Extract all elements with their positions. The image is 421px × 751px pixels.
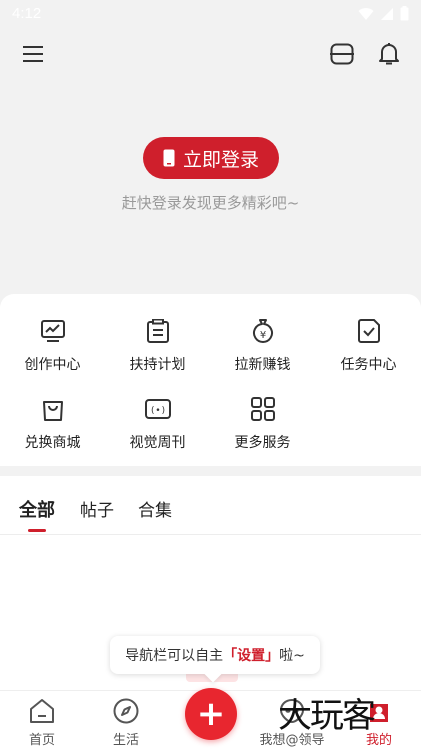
home-icon xyxy=(30,699,54,723)
service-label: 任务中心 xyxy=(340,357,397,373)
service-visual-weekly[interactable]: (•) 视觉周刊 xyxy=(105,394,210,466)
tab-posts[interactable]: 帖子 xyxy=(80,496,114,521)
chart-monitor-icon xyxy=(40,320,65,342)
tabs-divider xyxy=(0,534,421,535)
battery-icon xyxy=(400,6,409,21)
notification-button[interactable] xyxy=(375,40,403,68)
wifi-icon xyxy=(358,7,374,20)
video-frame-icon: (•) xyxy=(144,399,171,419)
create-post-button[interactable]: + xyxy=(185,688,237,740)
service-label: 创作中心 xyxy=(24,357,81,373)
status-time: 4:12 xyxy=(12,5,42,22)
nav-settings-tooltip: 导航栏可以自主 「设置」 啦~ xyxy=(110,636,320,674)
tab-all[interactable]: 全部 xyxy=(19,496,55,522)
login-button[interactable]: 立即登录 xyxy=(143,137,279,179)
nav-label: 首页 xyxy=(28,733,55,748)
service-exchange-mall[interactable]: 兑换商城 xyxy=(0,394,105,466)
clipboard-icon xyxy=(146,319,169,343)
service-creation-center[interactable]: 创作中心 xyxy=(0,316,105,388)
top-bar xyxy=(0,38,421,72)
scan-icon xyxy=(330,43,354,65)
service-referral-earn[interactable]: ¥ 拉新赚钱 xyxy=(210,316,315,388)
section-gap xyxy=(0,466,421,476)
active-tab-indicator xyxy=(28,529,46,532)
login-button-label: 立即登录 xyxy=(182,148,259,171)
watermark-logo: 大玩客 xyxy=(278,696,376,736)
tooltip-text: 导航栏可以自主 xyxy=(125,648,224,664)
menu-button[interactable] xyxy=(19,40,47,68)
svg-text:(•): (•) xyxy=(149,406,165,416)
shopping-bag-icon xyxy=(42,401,63,421)
scan-button[interactable] xyxy=(328,40,356,68)
service-label: 更多服务 xyxy=(234,435,291,451)
login-hint: 赶快登录发现更多精彩吧~ xyxy=(121,194,300,212)
plus-icon: + xyxy=(196,694,226,734)
service-task-center[interactable]: 任务中心 xyxy=(316,316,421,388)
service-label: 扶持计划 xyxy=(129,357,186,373)
tab-collections[interactable]: 合集 xyxy=(138,496,172,521)
task-check-icon xyxy=(357,319,380,343)
service-support-plan[interactable]: 扶持计划 xyxy=(105,316,210,388)
service-more[interactable]: 更多服务 xyxy=(210,394,315,466)
signal-icon xyxy=(381,7,393,20)
compass-icon xyxy=(113,698,139,724)
service-label: 拉新赚钱 xyxy=(234,357,291,373)
nav-life[interactable]: 生活 xyxy=(91,697,161,748)
phone-icon xyxy=(163,149,175,167)
menu-icon xyxy=(23,46,43,62)
tooltip-highlight[interactable]: 「设置」 xyxy=(223,645,279,665)
service-label: 兑换商城 xyxy=(24,435,81,451)
status-bar: 4:12 xyxy=(0,0,421,30)
service-label: 视觉周刊 xyxy=(129,435,186,451)
tooltip-text-end: 啦~ xyxy=(279,648,305,664)
bell-icon xyxy=(379,43,399,65)
svg-text:¥: ¥ xyxy=(259,330,265,341)
nav-home[interactable]: 首页 xyxy=(7,697,77,748)
services-panel: 创作中心 扶持计划 ¥ 拉新赚钱 任务中心 兑换商城 (•) 视觉周刊 更多服务 xyxy=(0,294,421,466)
nav-label: 生活 xyxy=(112,733,139,748)
grid-icon xyxy=(250,397,275,421)
status-icons xyxy=(358,6,409,21)
money-bag-icon: ¥ xyxy=(252,319,273,343)
